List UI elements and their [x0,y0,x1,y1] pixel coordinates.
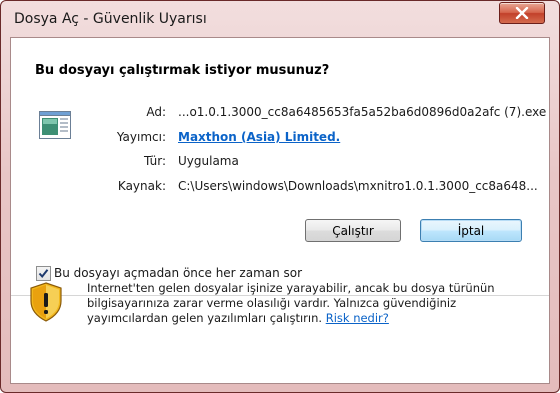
security-warning-shield-icon [30,282,62,322]
risk-link[interactable]: Risk nedir? [326,311,389,325]
type-value: Uygulama [178,154,239,168]
warning-message: Internet'ten gelen dosyalar işinize yara… [87,281,495,325]
cancel-button[interactable]: İptal [420,219,522,242]
source-label: Kaynak: [117,179,166,193]
title-bar[interactable]: Dosya Aç - Güvenlik Uyarısı [1,1,559,37]
dialog-body: Bu dosyayı çalıştırmak istiyor musunuz? … [10,37,550,384]
close-icon [515,7,529,19]
security-warning-dialog: Dosya Aç - Güvenlik Uyarısı Bu dosyayı ç… [0,0,560,393]
always-ask-checkbox[interactable] [36,266,51,281]
name-label: Ad: [146,105,166,119]
dialog-question: Bu dosyayı çalıştırmak istiyor musunuz? [35,63,330,78]
security-warning-text: Internet'ten gelen dosyalar işinize yara… [87,281,517,326]
checkmark-icon [38,269,49,279]
window-title: Dosya Aç - Güvenlik Uyarısı [14,11,207,27]
run-button[interactable]: Çalıştır [305,219,401,242]
source-value: C:\Users\windows\Downloads\mxnitro1.0.1.… [178,179,538,193]
publisher-link[interactable]: Maxthon (Asia) Limited. [178,130,340,144]
close-button[interactable] [499,2,545,24]
type-label: Tür: [143,154,166,168]
name-value: ...o1.0.1.3000_cc8a6485653fa5a52ba6d0896… [178,105,547,119]
publisher-label: Yayımcı: [116,130,166,144]
always-ask-label[interactable]: Bu dosyayı açmadan önce her zaman sor [54,266,302,280]
